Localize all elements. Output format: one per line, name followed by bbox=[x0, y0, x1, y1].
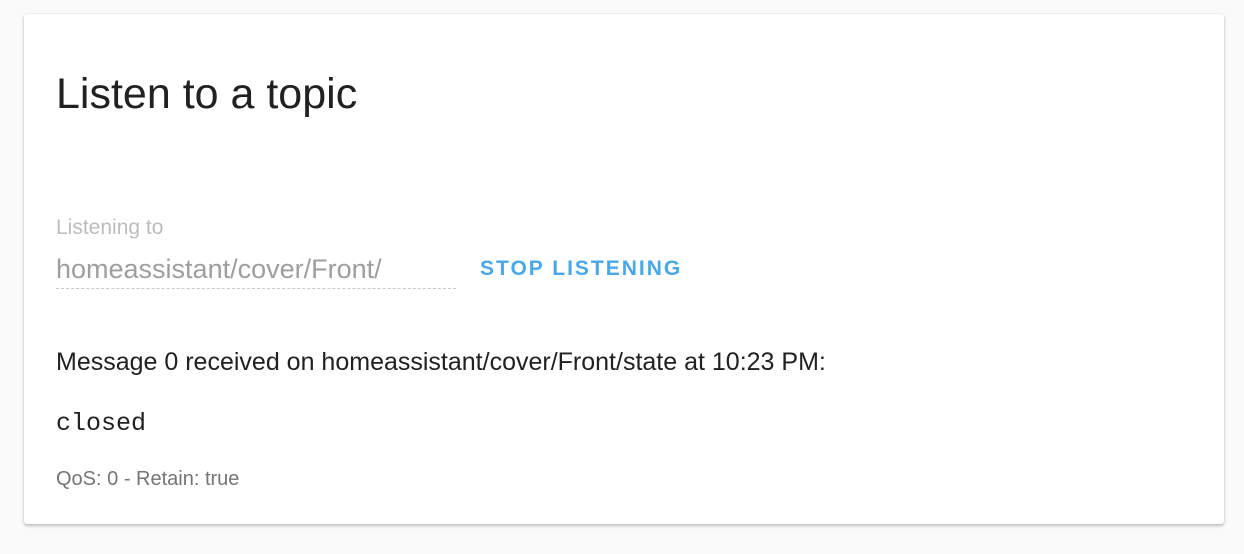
message-meta: QoS: 0 - Retain: true bbox=[56, 468, 240, 490]
message-header: Message 0 received on homeassistant/cove… bbox=[56, 348, 826, 376]
message-payload: closed bbox=[56, 409, 147, 438]
stop-listening-button[interactable]: Stop listening bbox=[470, 254, 692, 284]
listening-to-label: Listening to bbox=[56, 216, 164, 239]
listen-topic-card: Listen to a topic Listening to Stop list… bbox=[24, 14, 1224, 524]
card-title: Listen to a topic bbox=[56, 70, 358, 118]
topic-input bbox=[56, 250, 456, 289]
